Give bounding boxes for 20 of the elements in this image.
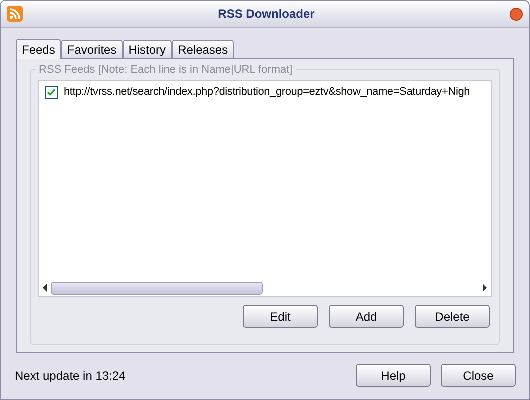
scrollbar-thumb[interactable] — [51, 282, 263, 294]
tab[interactable]: Releases — [172, 40, 234, 58]
status-text: Next update in 13:24 — [15, 368, 127, 384]
feed-button[interactable]: Edit — [243, 305, 318, 328]
rss-icon — [7, 6, 23, 22]
group-legend: RSS Feeds [Note: Each line is in Name|URL format] — [36, 62, 296, 78]
dialog-button[interactable]: Close — [441, 364, 516, 387]
feed-button[interactable]: Add — [329, 305, 404, 328]
tab[interactable]: Feeds — [16, 39, 62, 59]
tab[interactable]: History — [122, 40, 172, 58]
feed-list[interactable]: http://tvrss.net/search/index.php?distribution_group=eztv&show_name=Saturday+Nigh — [38, 80, 492, 297]
close-icon[interactable] — [510, 8, 523, 20]
tab[interactable]: Favorites — [61, 40, 123, 58]
checkbox[interactable] — [45, 86, 58, 99]
feed-button[interactable]: Delete — [415, 305, 490, 328]
feed-url: http://tvrss.net/search/index.php?distribution_group=eztv&show_name=Saturday+Nigh — [64, 85, 470, 100]
left-arrow-icon[interactable] — [42, 284, 48, 292]
right-arrow-icon[interactable] — [482, 284, 488, 292]
window-title: RSS Downloader — [218, 6, 315, 23]
dialog-button[interactable]: Help — [356, 364, 431, 387]
